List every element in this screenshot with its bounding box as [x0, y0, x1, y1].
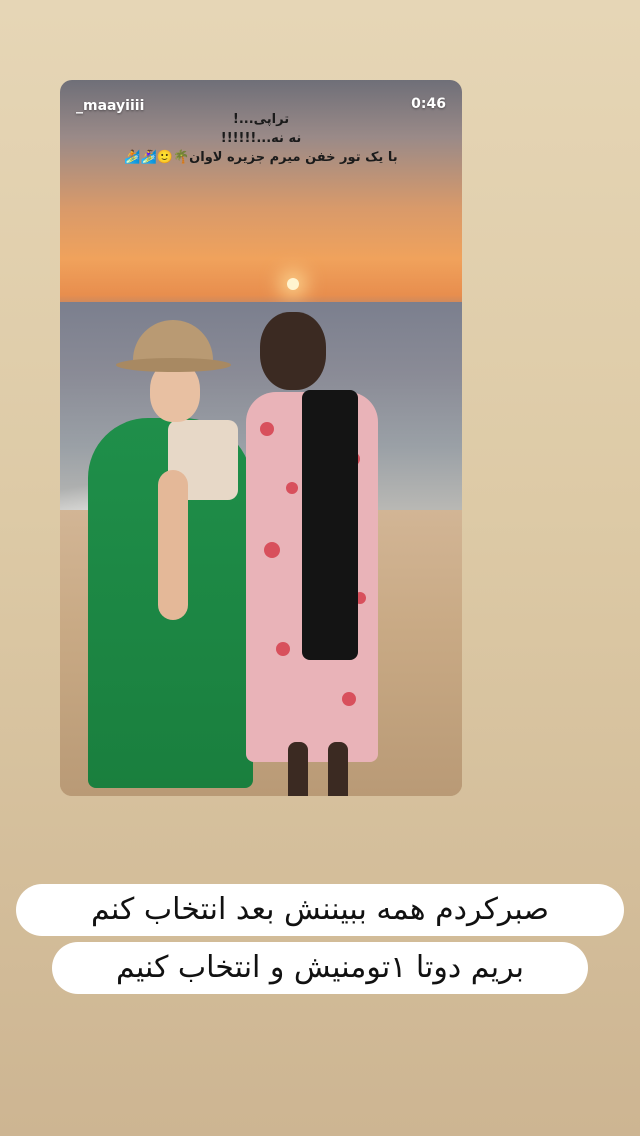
hat-brim — [116, 358, 231, 372]
person-green-dress — [88, 320, 258, 790]
person-pink-dress — [246, 312, 386, 796]
story-screen: { "story_card": { "username": "_maayiiii… — [0, 0, 640, 1136]
leg — [288, 742, 308, 796]
arm — [158, 470, 188, 620]
head — [260, 312, 326, 390]
caption-line: نه نه...!!!!!! — [220, 131, 302, 146]
story-caption: تراپی...! نه نه...!!!!!! با یک تور خفن م… — [80, 110, 442, 167]
leg — [328, 742, 348, 796]
overlay-text-line: صبرکردم همه ببیننش بعد انتخاب کنم — [16, 884, 624, 936]
caption-line: تراپی...! — [232, 112, 290, 127]
story-photo-card[interactable]: _maayiiii 0:46 تراپی...! نه نه...!!!!!! … — [60, 80, 462, 796]
black-scarf — [302, 390, 358, 660]
caption-line: با یک تور خفن میرم جزیره لاوان🌴🙂🏄‍♀️🏄 — [124, 150, 398, 165]
overlay-text-line: بریم دوتا ۱تومنیش و انتخاب کنیم — [52, 942, 588, 994]
sun — [287, 278, 299, 290]
